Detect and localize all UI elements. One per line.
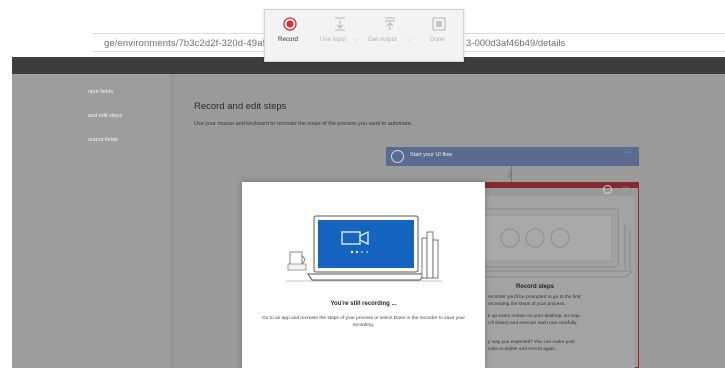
- record-icon[interactable]: [283, 17, 297, 31]
- nav-item-input-fields[interactable]: nput fields: [88, 89, 113, 95]
- page-title: Record and edit steps: [194, 101, 287, 112]
- more-icon[interactable]: ···: [624, 149, 631, 156]
- card-more-icon[interactable]: ···: [622, 184, 629, 191]
- record-steps-text-line: u'll share) and execute each one careful…: [488, 321, 578, 326]
- get-output-chevron-icon: ⌵: [407, 37, 412, 43]
- record-steps-text-line: recorder you'll be prompted to go to the…: [488, 295, 581, 300]
- record-steps-text-line: cells or delete and record again.: [488, 347, 557, 352]
- address-bar-url[interactable]: ge/environments/7b3c2d2f-320d-49a5-8: [104, 38, 277, 49]
- recording-dialog-body: Go to an app and recreate the steps of y…: [262, 316, 465, 328]
- nav-divider: [172, 74, 173, 368]
- address-bar-url-end[interactable]: 3-000d3af46b49/details: [466, 38, 565, 49]
- start-flow-label: Start your UI flow: [410, 152, 453, 158]
- laptop-illustration-faded: [462, 208, 634, 278]
- done-icon[interactable]: [432, 17, 446, 31]
- page-description: Use your mouse and keyboard to recreate …: [194, 121, 413, 127]
- recording-laptop-illustration: [286, 215, 442, 282]
- use-input-button[interactable]: Use input: [320, 36, 346, 43]
- nav-item-output-fields[interactable]: output fields: [88, 137, 118, 143]
- connector-arrow-icon: ⇩: [506, 170, 514, 180]
- get-output-icon[interactable]: [383, 16, 397, 32]
- record-steps-text-line: y way you expected? You can make post: [488, 340, 575, 345]
- record-steps-text-line: k up every motion on your desktop, so ma…: [488, 314, 580, 319]
- nav-item-record-steps[interactable]: and edit steps: [88, 113, 122, 119]
- done-button[interactable]: Done: [430, 36, 445, 43]
- flow-icon: [391, 150, 404, 163]
- recording-dialog-title: You're still recording ...: [330, 301, 397, 307]
- clock-icon: [603, 185, 612, 194]
- record-steps-title: Record steps: [516, 284, 555, 290]
- use-input-chevron-icon: ⌵: [354, 37, 359, 43]
- use-input-icon[interactable]: [333, 16, 347, 32]
- record-button[interactable]: Record: [278, 36, 298, 43]
- record-steps-text-line: recreating the steps of your process.: [488, 302, 566, 307]
- get-output-button[interactable]: Get output: [368, 36, 397, 43]
